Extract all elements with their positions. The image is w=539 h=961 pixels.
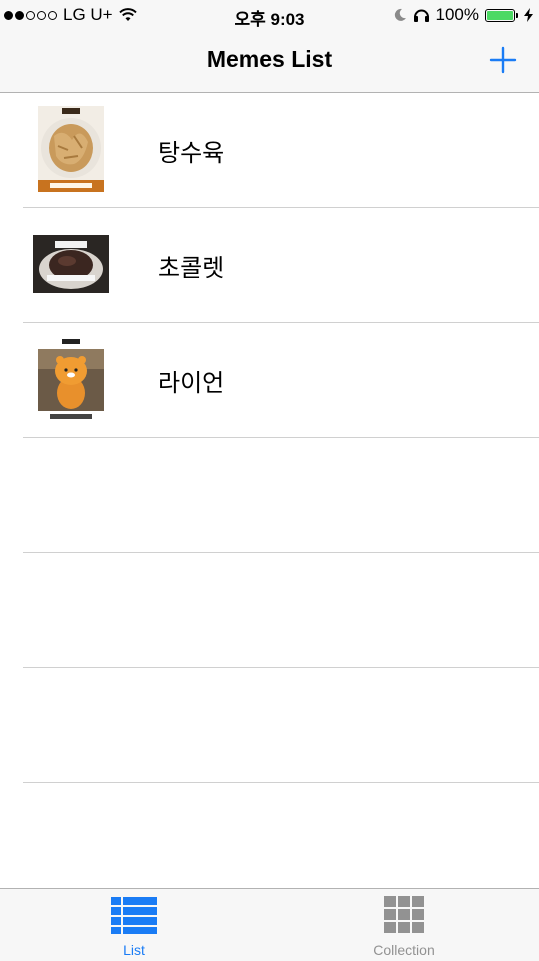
empty-row xyxy=(23,438,539,553)
navigation-bar: Memes List xyxy=(0,30,539,93)
plus-icon xyxy=(489,46,517,74)
table-row[interactable]: 라이언 xyxy=(23,323,539,438)
charging-bolt-icon xyxy=(524,8,533,22)
battery-icon xyxy=(485,8,518,22)
add-meme-button[interactable] xyxy=(487,44,519,76)
table-row[interactable]: 초콜렛 xyxy=(23,208,539,323)
page-title: Memes List xyxy=(206,46,333,72)
empty-row xyxy=(23,553,539,668)
headphones-icon xyxy=(413,9,429,22)
battery-percent: 100% xyxy=(435,5,479,24)
tab-list[interactable]: List xyxy=(54,895,214,958)
status-bar: LG U+ 오후 9:03 100% xyxy=(0,0,539,30)
meme-thumbnail xyxy=(33,220,109,308)
tab-collection-label: Collection xyxy=(373,942,435,958)
meme-label: 라이언 xyxy=(158,370,225,397)
table-row[interactable]: 탕수육 xyxy=(23,93,539,208)
meme-label: 초콜렛 xyxy=(158,255,225,282)
moon-icon xyxy=(394,8,406,21)
tab-list-label: List xyxy=(123,942,145,958)
meme-thumbnail xyxy=(33,105,109,193)
tab-bar: List Collection xyxy=(0,888,539,961)
meme-thumbnail xyxy=(33,335,109,423)
memes-table: 탕수육 초콜렛 라이언 xyxy=(0,93,539,783)
status-right: 100% xyxy=(393,5,533,25)
meme-label: 탕수육 xyxy=(158,140,225,167)
empty-row xyxy=(23,668,539,783)
list-icon xyxy=(111,897,157,934)
grid-icon xyxy=(384,896,424,933)
tab-collection[interactable]: Collection xyxy=(324,895,484,958)
